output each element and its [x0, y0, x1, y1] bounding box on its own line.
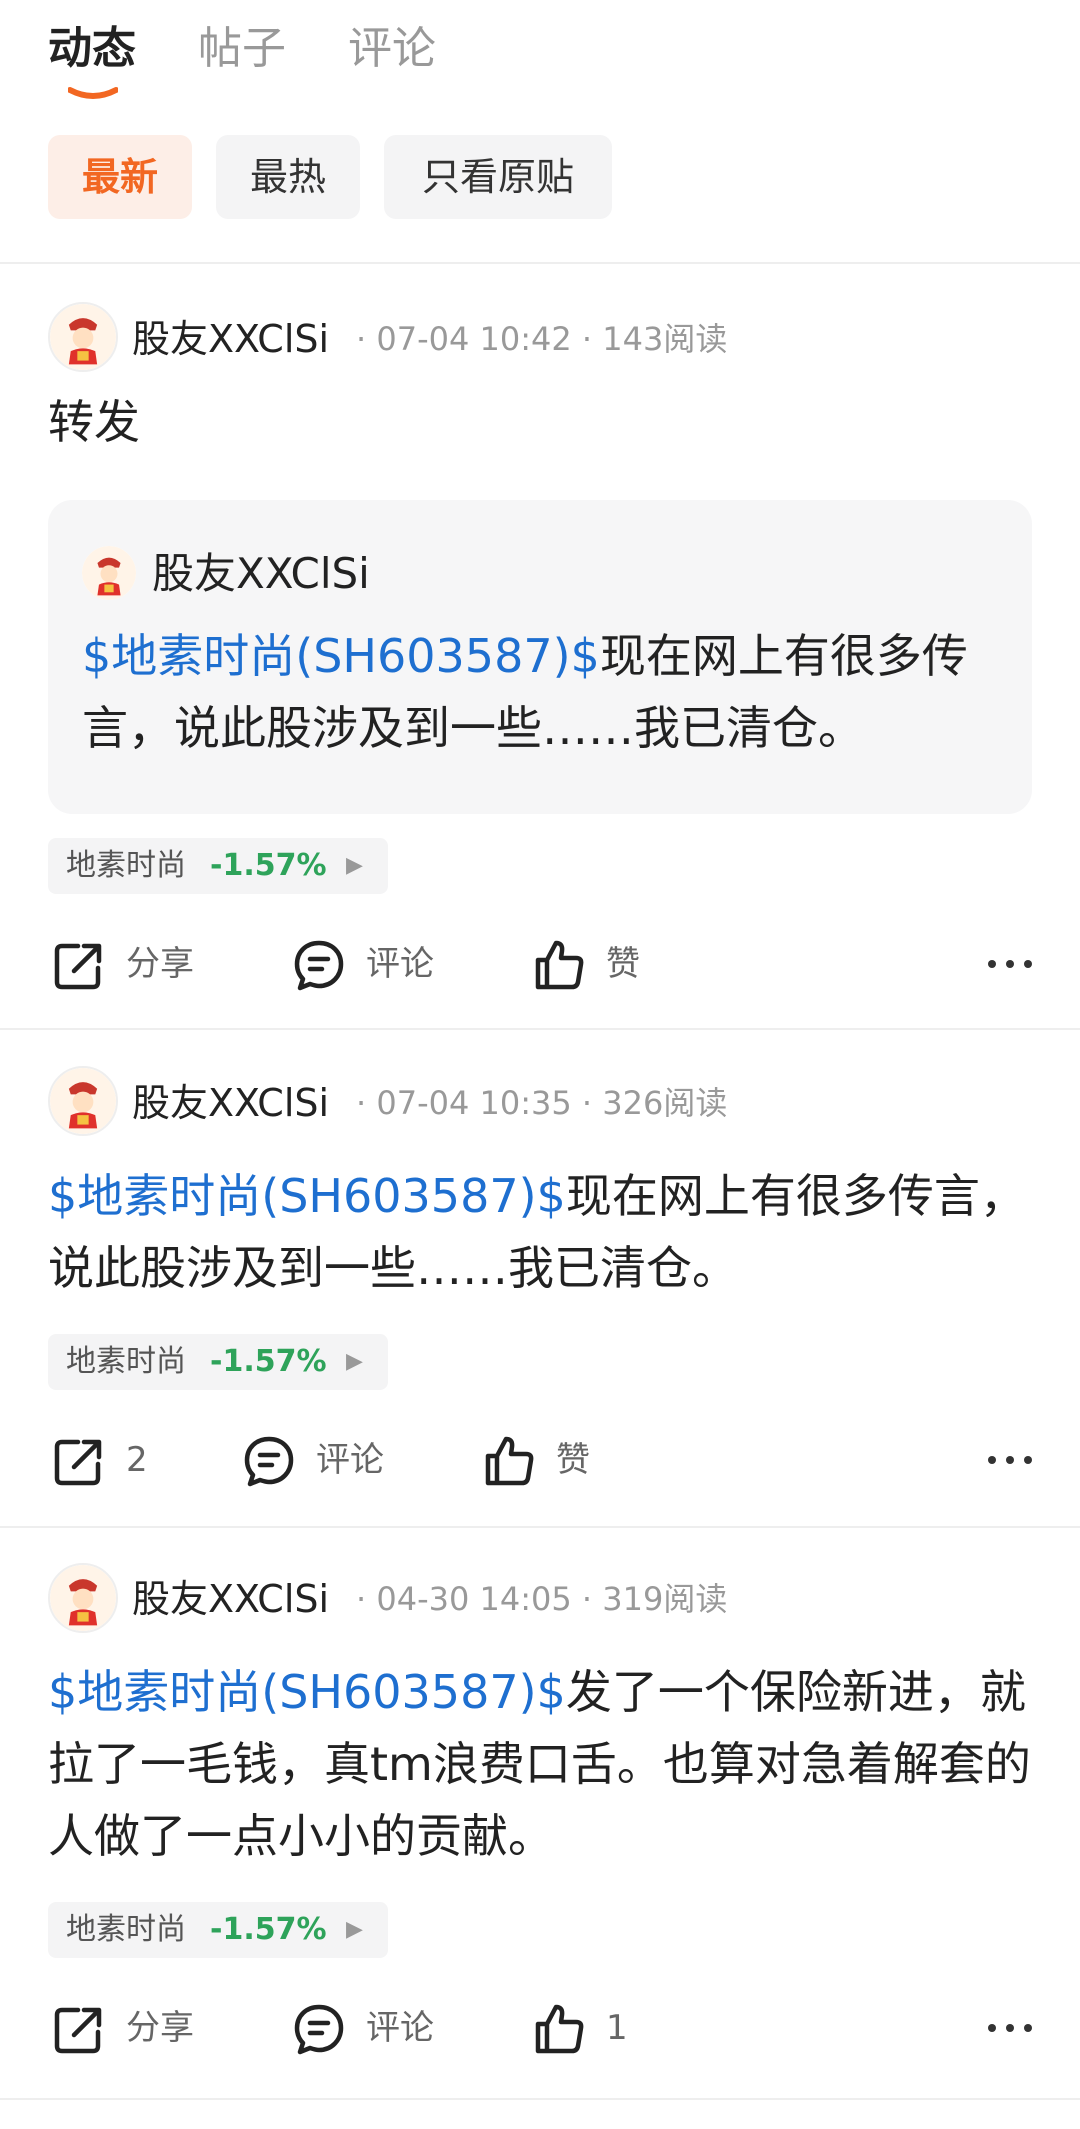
stock-link[interactable]: $地素时尚(SH603587)$ [48, 1169, 566, 1223]
filter-hottest[interactable]: 最热 [216, 135, 360, 219]
quoted-text: $地素时尚(SH603587)$现在网上有很多传言，说此股涉及到一些……我已清仓… [82, 620, 1002, 764]
meta-separator: · [571, 1580, 603, 1618]
avatar[interactable] [48, 1066, 118, 1136]
thumbs-up-icon [535, 2004, 584, 2054]
post-meta: · 04-30 14:05 · 319阅读 [356, 1574, 727, 1624]
tab-posts[interactable]: 帖子 [198, 18, 286, 80]
stock-name: 地素时尚 [66, 1912, 186, 1947]
post-meta: · 07-04 10:35 · 326阅读 [356, 1078, 727, 1128]
avatar-icon [50, 304, 116, 370]
like-label: 赞 [556, 1440, 590, 1480]
more-dots-icon [988, 1456, 1032, 1464]
meta-separator: · [356, 1580, 377, 1618]
avatar[interactable] [48, 1563, 118, 1633]
quoted-avatar[interactable] [82, 546, 136, 600]
comment-button[interactable]: 评论 [242, 1430, 402, 1490]
comment-icon [294, 2004, 344, 2055]
share-button[interactable]: 分享 [52, 934, 212, 994]
meta-separator: · [571, 1084, 603, 1122]
stock-name: 地素时尚 [66, 1344, 186, 1379]
post-card[interactable]: 股友XXClSi · 07-04 10:35 · 326阅读 $地素时尚(SH6… [0, 1030, 1080, 1526]
like-button[interactable]: 赞 [482, 1430, 642, 1490]
filter-latest[interactable]: 最新 [48, 135, 192, 219]
like-button[interactable]: 赞 [532, 934, 692, 994]
post-text[interactable]: $地素时尚(SH603587)$发了一个保险新进，就拉了一毛钱，真tm浪费口舌。… [48, 1656, 1038, 1872]
play-arrow-icon: ▶ [346, 853, 363, 878]
stock-tag[interactable]: 地素时尚 -1.57% ▶ [48, 1334, 388, 1390]
username[interactable]: 股友XXClSi [132, 1078, 329, 1128]
tab-comments[interactable]: 评论 [348, 18, 436, 80]
stock-link[interactable]: $地素时尚(SH603587)$ [82, 629, 600, 683]
read-count: 319阅读 [602, 1580, 728, 1618]
post-text[interactable]: $地素时尚(SH603587)$现在网上有很多传言，说此股涉及到一些……我已清仓… [48, 1160, 1038, 1304]
comment-icon [244, 1436, 294, 1487]
post-time: 04-30 14:05 [376, 1580, 572, 1618]
like-button[interactable]: 1 [532, 1998, 692, 2058]
meta-separator: · [571, 320, 603, 358]
active-tab-indicator [68, 87, 118, 99]
share-label: 分享 [126, 2008, 194, 2048]
play-arrow-icon: ▶ [346, 1917, 363, 1942]
like-count: 1 [606, 2008, 628, 2048]
comment-label: 评论 [366, 944, 434, 984]
stock-change: -1.57% [210, 1912, 327, 1947]
share-button[interactable]: 分享 [52, 1998, 212, 2058]
comment-icon [294, 940, 344, 991]
share-icon [54, 1439, 102, 1486]
username[interactable]: 股友XXClSi [132, 1574, 329, 1624]
post-time: 07-04 10:35 [376, 1084, 572, 1122]
share-button[interactable]: 2 [52, 1430, 172, 1490]
like-label: 赞 [606, 944, 640, 984]
tab-dynamics[interactable]: 动态 [48, 18, 136, 80]
avatar[interactable] [48, 302, 118, 372]
comment-button[interactable]: 评论 [292, 1998, 452, 2058]
share-icon [54, 2007, 102, 2054]
thumbs-up-icon [485, 1436, 534, 1486]
post-time: 07-04 10:42 [376, 320, 572, 358]
post-card[interactable]: 股友XXClSi · 07-04 10:42 · 143阅读 转发 股友XXCl… [0, 264, 1080, 1028]
post-divider [0, 2098, 1080, 2100]
comment-label: 评论 [366, 2008, 434, 2048]
stock-tag[interactable]: 地素时尚 -1.57% ▶ [48, 1902, 388, 1958]
comment-button[interactable]: 评论 [292, 934, 452, 994]
filter-original-only[interactable]: 只看原贴 [384, 135, 612, 219]
avatar-icon [50, 1565, 116, 1631]
post-meta: · 07-04 10:42 · 143阅读 [356, 314, 727, 364]
stock-change: -1.57% [210, 848, 327, 883]
more-dots-icon [988, 960, 1032, 968]
read-count: 143阅读 [602, 320, 728, 358]
read-count: 326阅读 [602, 1084, 728, 1122]
stock-link[interactable]: $地素时尚(SH603587)$ [48, 1665, 566, 1719]
more-button[interactable] [980, 1998, 1040, 2058]
quoted-post[interactable]: 股友XXClSi $地素时尚(SH603587)$现在网上有很多传言，说此股涉及… [48, 500, 1032, 814]
meta-separator: · [356, 320, 377, 358]
stock-tag[interactable]: 地素时尚 -1.57% ▶ [48, 838, 388, 894]
avatar-icon [82, 546, 136, 600]
more-dots-icon [988, 2024, 1032, 2032]
meta-separator: · [356, 1084, 377, 1122]
avatar-icon [50, 1068, 116, 1134]
post-card[interactable]: 股友XXClSi · 04-30 14:05 · 319阅读 $地素时尚(SH6… [0, 1528, 1080, 2098]
share-label: 分享 [126, 944, 194, 984]
share-count: 2 [126, 1440, 148, 1480]
stock-change: -1.57% [210, 1344, 327, 1379]
quoted-username[interactable]: 股友XXClSi [152, 546, 370, 602]
thumbs-up-icon [535, 940, 584, 990]
comment-label: 评论 [316, 1440, 384, 1480]
username[interactable]: 股友XXClSi [132, 314, 329, 364]
more-button[interactable] [980, 934, 1040, 994]
play-arrow-icon: ▶ [346, 1349, 363, 1374]
more-button[interactable] [980, 1430, 1040, 1490]
post-text[interactable]: 转发 [48, 386, 1038, 458]
share-icon [54, 943, 102, 990]
stock-name: 地素时尚 [66, 848, 186, 883]
